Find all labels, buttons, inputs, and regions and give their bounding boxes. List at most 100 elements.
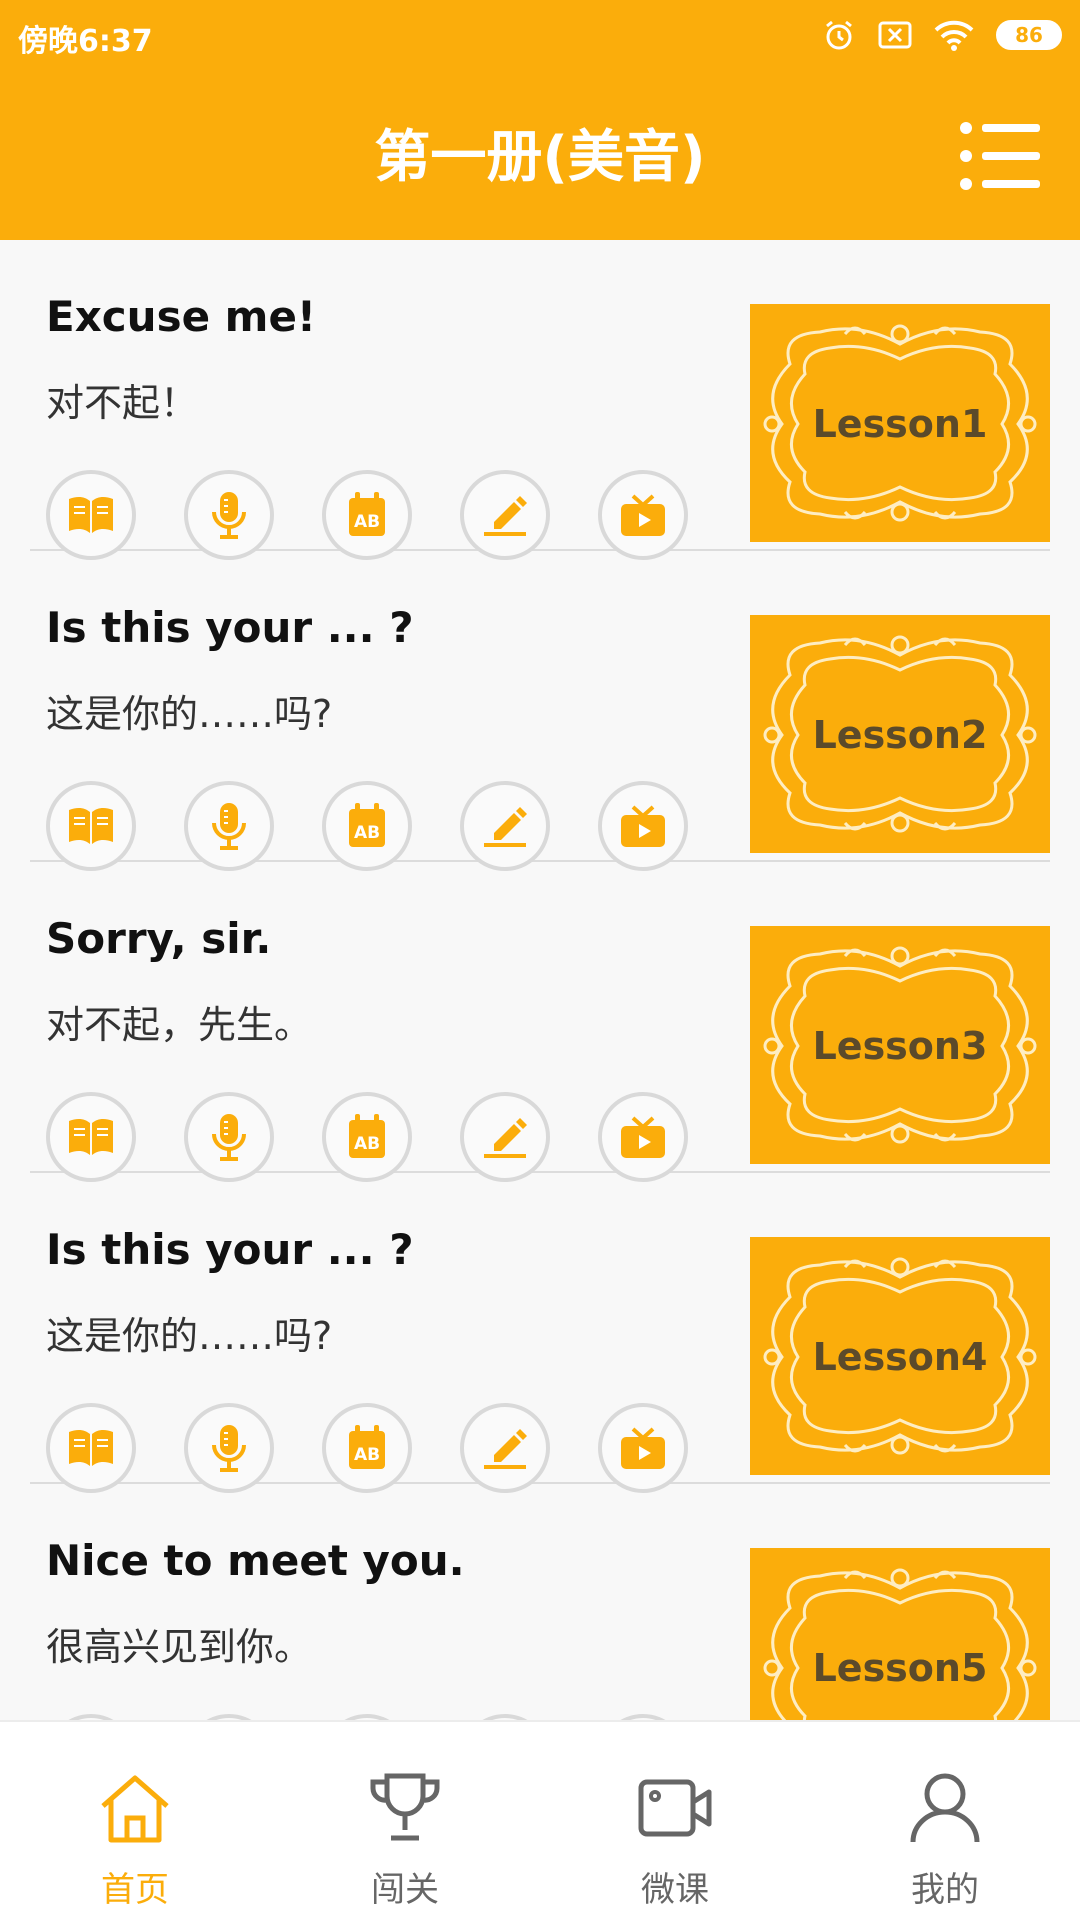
ab-flashcard-icon: AB <box>349 1425 385 1469</box>
microphone-icon <box>212 803 246 850</box>
svg-text:AB: AB <box>354 1445 380 1465</box>
pencil-edit-icon <box>484 1118 527 1158</box>
ab-flashcard-icon: AB <box>349 1114 385 1158</box>
write-button[interactable] <box>460 1403 550 1493</box>
book-icon <box>69 807 113 844</box>
lesson-item[interactable]: Sorry, sir. 对不起，先生。 AB Lesson3 <box>30 862 1050 1182</box>
video-button[interactable] <box>598 1403 688 1493</box>
status-time: 傍晚6:37 <box>18 24 153 59</box>
alarm-icon <box>822 18 856 52</box>
lesson-title-zh: 这是你的……吗? <box>46 1314 333 1358</box>
nav-challenge[interactable]: 闯关 <box>270 1722 540 1920</box>
lesson-title-zh: 对不起，先生。 <box>46 1003 313 1047</box>
book-icon <box>69 1118 113 1155</box>
user-icon <box>910 1773 980 1843</box>
lesson-thumbnail-label: Lesson2 <box>812 713 988 757</box>
svg-text:AB: AB <box>354 1134 380 1154</box>
app-root: 傍晚6:37 86 第一册(美音) Excuse me! 对不起！ AB Les… <box>0 0 1080 1920</box>
lesson-thumbnail[interactable]: Lesson4 <box>750 1237 1050 1475</box>
top-bar: 傍晚6:37 86 第一册(美音) <box>0 0 1080 240</box>
microphone-icon <box>212 1114 246 1161</box>
lesson-title-zh: 对不起！ <box>46 381 199 425</box>
nav-mine-label: 我的 <box>911 1870 979 1910</box>
tv-play-icon <box>621 805 665 847</box>
nav-challenge-label: 闯关 <box>371 1870 439 1910</box>
home-icon <box>101 1775 169 1843</box>
lesson-thumbnail-label: Lesson1 <box>812 402 988 446</box>
video-camera-icon <box>638 1779 712 1837</box>
tv-play-icon <box>621 494 665 536</box>
write-button[interactable] <box>460 1092 550 1182</box>
page-title: 第一册(美音) <box>374 125 706 190</box>
pencil-edit-icon <box>484 807 527 847</box>
lesson-item[interactable]: Nice to meet you. 很高兴见到你。 Lesson5 <box>30 1484 1050 1720</box>
list-menu-button[interactable] <box>960 120 1040 192</box>
lesson-thumbnail[interactable]: Lesson2 <box>750 615 1050 853</box>
ab-flashcard-icon: AB <box>349 492 385 536</box>
nav-home-label: 首页 <box>101 1870 169 1910</box>
lesson-list[interactable]: Excuse me! 对不起！ AB Lesson1 Is this your … <box>0 240 1080 1720</box>
ab-flashcard-icon: AB <box>349 803 385 847</box>
trophy-icon <box>370 1773 440 1841</box>
nav-home[interactable]: 首页 <box>0 1722 270 1920</box>
read-button[interactable] <box>46 470 136 560</box>
microphone-icon <box>212 492 246 539</box>
record-button[interactable] <box>184 1403 274 1493</box>
nav-microclass[interactable]: 微课 <box>540 1722 810 1920</box>
flashcard-button[interactable]: AB <box>322 470 412 560</box>
microphone-icon <box>212 1425 246 1472</box>
lesson-item[interactable]: Excuse me! 对不起！ AB Lesson1 <box>30 240 1050 560</box>
lesson-thumbnail[interactable]: Lesson3 <box>750 926 1050 1164</box>
list-menu-icon <box>960 122 1040 190</box>
lesson-actions: AB <box>46 1403 688 1493</box>
svg-text:AB: AB <box>354 512 380 532</box>
record-button[interactable] <box>184 781 274 871</box>
lesson-title-zh: 这是你的……吗? <box>46 692 333 736</box>
lesson-title-zh: 很高兴见到你。 <box>46 1625 313 1669</box>
record-button[interactable] <box>184 1092 274 1182</box>
book-icon <box>69 1429 113 1466</box>
bottom-nav: 首页 闯关 微课 我的 <box>0 1720 1080 1920</box>
ornament-frame-icon <box>763 1568 1037 1720</box>
read-button[interactable] <box>46 1403 136 1493</box>
lesson-item[interactable]: Is this your ... ? 这是你的……吗? <box>30 1173 1050 1493</box>
tv-play-icon <box>621 1116 665 1158</box>
lesson-title-en: Excuse me! <box>46 292 317 341</box>
wifi-icon <box>934 19 974 51</box>
lesson-title-en: Is this your ... ? <box>46 603 414 652</box>
read-button[interactable] <box>46 781 136 871</box>
lesson-actions: AB <box>46 470 688 560</box>
book-icon <box>69 496 113 533</box>
lesson-item[interactable]: Is this your ... ? 这是你的……吗? <box>30 551 1050 871</box>
status-icons: 86 <box>822 18 1062 52</box>
battery-icon: 86 <box>996 20 1062 50</box>
pencil-edit-icon <box>484 496 527 536</box>
pencil-edit-icon <box>484 1429 527 1469</box>
flashcard-button[interactable]: AB <box>322 1092 412 1182</box>
nav-microclass-label: 微课 <box>641 1870 709 1910</box>
lesson-title-en: Is this your ... ? <box>46 1225 414 1274</box>
sim-off-icon <box>878 20 912 50</box>
lesson-title-en: Sorry, sir. <box>46 914 272 963</box>
lesson-thumbnail[interactable]: Lesson1 <box>750 304 1050 542</box>
flashcard-button[interactable]: AB <box>322 1403 412 1493</box>
tv-play-icon <box>621 1427 665 1469</box>
lesson-title-en: Nice to meet you. <box>46 1536 465 1585</box>
lesson-thumbnail-label: Lesson5 <box>812 1646 988 1690</box>
video-button[interactable] <box>598 470 688 560</box>
lesson-actions: AB <box>46 781 688 871</box>
video-button[interactable] <box>598 781 688 871</box>
status-bar: 傍晚6:37 86 <box>0 0 1080 72</box>
svg-text:AB: AB <box>354 823 380 843</box>
read-button[interactable] <box>46 1092 136 1182</box>
write-button[interactable] <box>460 470 550 560</box>
lesson-thumbnail-label: Lesson4 <box>812 1335 988 1379</box>
lesson-actions: AB <box>46 1092 688 1182</box>
video-button[interactable] <box>598 1092 688 1182</box>
lesson-thumbnail-label: Lesson3 <box>812 1024 988 1068</box>
record-button[interactable] <box>184 470 274 560</box>
flashcard-button[interactable]: AB <box>322 781 412 871</box>
nav-mine[interactable]: 我的 <box>810 1722 1080 1920</box>
write-button[interactable] <box>460 781 550 871</box>
lesson-thumbnail[interactable]: Lesson5 <box>750 1548 1050 1720</box>
